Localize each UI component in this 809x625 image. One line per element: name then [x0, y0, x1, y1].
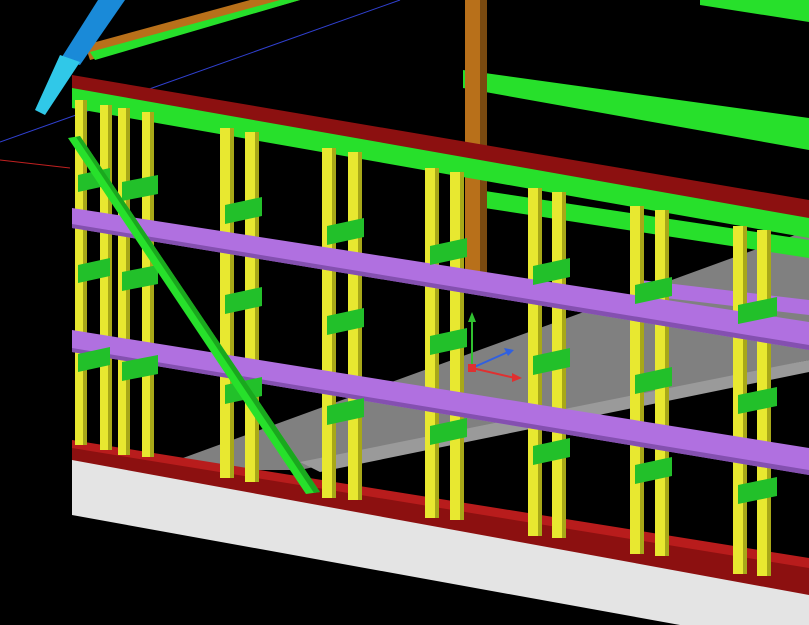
- construction-line-red: [0, 159, 71, 169]
- foundation-wall: [72, 455, 809, 625]
- stud: [108, 105, 112, 450]
- 3d-model-viewport[interactable]: [0, 0, 809, 625]
- center-post-shade: [480, 0, 487, 280]
- ucs-origin: [468, 364, 476, 372]
- diagonal-brace-shade: [76, 136, 320, 493]
- back-wall-top-plate: [463, 70, 809, 150]
- ucs-axis-y-arrow: [468, 312, 476, 322]
- gable-top-beam: [700, 0, 809, 22]
- wall-frame-scene[interactable]: [0, 0, 809, 625]
- roof-rafter-top: [90, 0, 300, 60]
